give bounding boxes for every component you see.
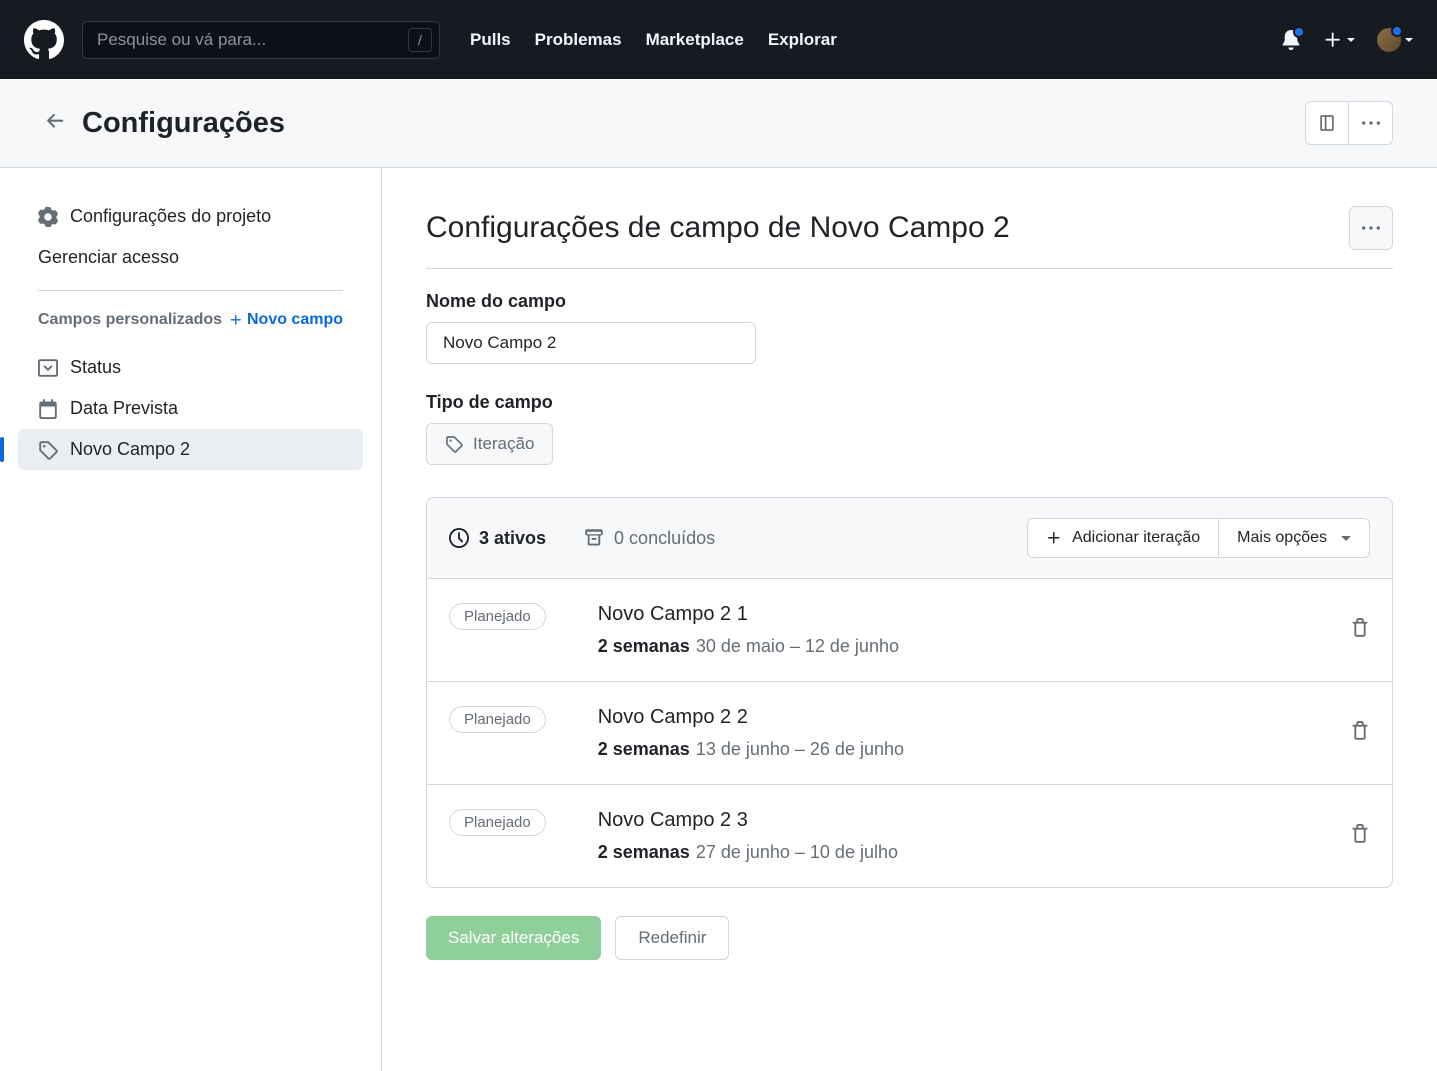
iteration-info: Novo Campo 2 2 2 semanas13 de junho – 26… [598,706,1298,760]
nav-marketplace[interactable]: Marketplace [646,30,744,50]
notifications-icon[interactable] [1281,30,1301,50]
subheader-actions [1305,101,1393,145]
notification-dot [1293,26,1305,38]
new-field-link[interactable]: Novo campo [229,311,343,329]
search-input[interactable] [82,21,440,59]
custom-fields-header: Campos personalizados Novo campo [18,303,363,347]
calendar-icon [38,399,58,419]
gear-icon [38,207,58,227]
tab-active[interactable]: 3 ativos [449,528,546,549]
status-badge: Planejado [449,809,546,836]
caret-down-icon [1341,536,1351,541]
footer-actions: Salvar alterações Redefinir [426,916,1393,960]
field-type-display: Iteração [426,423,553,465]
iterations-box: 3 ativos 0 concluídos Adicionar iteração… [426,497,1393,888]
trash-icon [1350,618,1370,638]
field-name-label: Nome do campo [426,291,1393,312]
trash-icon [1350,721,1370,741]
field-item-data-prevista[interactable]: Data Prevista [18,388,363,429]
clock-icon [449,528,469,548]
nav-explore[interactable]: Explorar [768,30,837,50]
subheader: Configurações [0,79,1437,168]
iteration-row: Planejado Novo Campo 2 2 2 semanas13 de … [427,682,1392,785]
single-select-icon [38,358,58,378]
delete-iteration-button[interactable] [1350,721,1370,746]
divider [38,290,343,291]
iteration-actions: Adicionar iteração Mais opções [1027,518,1370,558]
sidebar-item-project-settings[interactable]: Configurações do projeto [18,196,363,237]
archive-icon [584,528,604,548]
iteration-meta: 2 semanas30 de maio – 12 de junho [598,636,1298,657]
more-menu-button[interactable] [1349,101,1393,145]
topbar: / Pulls Problemas Marketplace Explorar [0,0,1437,79]
iteration-name[interactable]: Novo Campo 2 2 [598,706,1298,729]
status-badge: Planejado [449,603,546,630]
plus-icon [229,313,243,327]
iteration-meta: 2 semanas27 de junho – 10 de julho [598,842,1298,863]
field-name-input[interactable] [426,322,756,364]
iteration-meta: 2 semanas13 de junho – 26 de junho [598,739,1298,760]
create-menu[interactable] [1323,30,1355,50]
caret-down-icon [1405,38,1413,42]
tab-completed[interactable]: 0 concluídos [584,528,715,549]
back-arrow-icon[interactable] [44,110,66,137]
caret-down-icon [1347,38,1355,42]
field-type-label: Tipo de campo [426,392,1393,413]
delete-iteration-button[interactable] [1350,618,1370,643]
topbar-right [1281,28,1413,52]
field-label: Status [70,357,121,378]
page-title: Configurações [82,107,285,140]
panel-toggle-button[interactable] [1305,101,1349,145]
search-wrapper: / [82,21,440,59]
layout: Configurações do projeto Gerenciar acess… [0,168,1437,1071]
field-label: Novo Campo 2 [70,439,190,460]
more-options-button[interactable]: Mais opções [1219,518,1370,558]
custom-fields-title: Campos personalizados [38,311,222,329]
sidebar-item-manage-access[interactable]: Gerenciar acesso [18,237,363,278]
sidebar-item-label: Configurações do projeto [70,206,271,227]
plus-icon [1046,530,1062,546]
github-logo[interactable] [24,20,64,60]
delete-iteration-button[interactable] [1350,824,1370,849]
avatar-dot [1391,25,1403,37]
reset-button[interactable]: Redefinir [615,916,729,960]
field-label: Data Prevista [70,398,178,419]
status-badge: Planejado [449,706,546,733]
nav-links: Pulls Problemas Marketplace Explorar [470,30,837,50]
nav-pulls[interactable]: Pulls [470,30,511,50]
iteration-info: Novo Campo 2 1 2 semanas30 de maio – 12 … [598,603,1298,657]
save-button[interactable]: Salvar alterações [426,916,601,960]
iteration-icon [38,440,58,460]
main-header: Configurações de campo de Novo Campo 2 [426,206,1393,269]
trash-icon [1350,824,1370,844]
iteration-name[interactable]: Novo Campo 2 3 [598,809,1298,832]
iteration-name[interactable]: Novo Campo 2 1 [598,603,1298,626]
iteration-row: Planejado Novo Campo 2 1 2 semanas30 de … [427,579,1392,682]
user-menu[interactable] [1377,28,1413,52]
field-menu-button[interactable] [1349,206,1393,250]
iteration-row: Planejado Novo Campo 2 3 2 semanas27 de … [427,785,1392,887]
iteration-icon [445,435,463,453]
main-content: Configurações de campo de Novo Campo 2 N… [382,168,1437,1071]
nav-problems[interactable]: Problemas [535,30,622,50]
field-item-novo-campo-2[interactable]: Novo Campo 2 [18,429,363,470]
iteration-info: Novo Campo 2 3 2 semanas27 de junho – 10… [598,809,1298,863]
field-item-status[interactable]: Status [18,347,363,388]
iterations-header: 3 ativos 0 concluídos Adicionar iteração… [427,498,1392,579]
add-iteration-button[interactable]: Adicionar iteração [1027,518,1219,558]
main-title: Configurações de campo de Novo Campo 2 [426,211,1010,245]
sidebar-item-label: Gerenciar acesso [38,247,179,268]
sidebar: Configurações do projeto Gerenciar acess… [0,168,382,1071]
search-shortcut-key: / [408,28,432,52]
